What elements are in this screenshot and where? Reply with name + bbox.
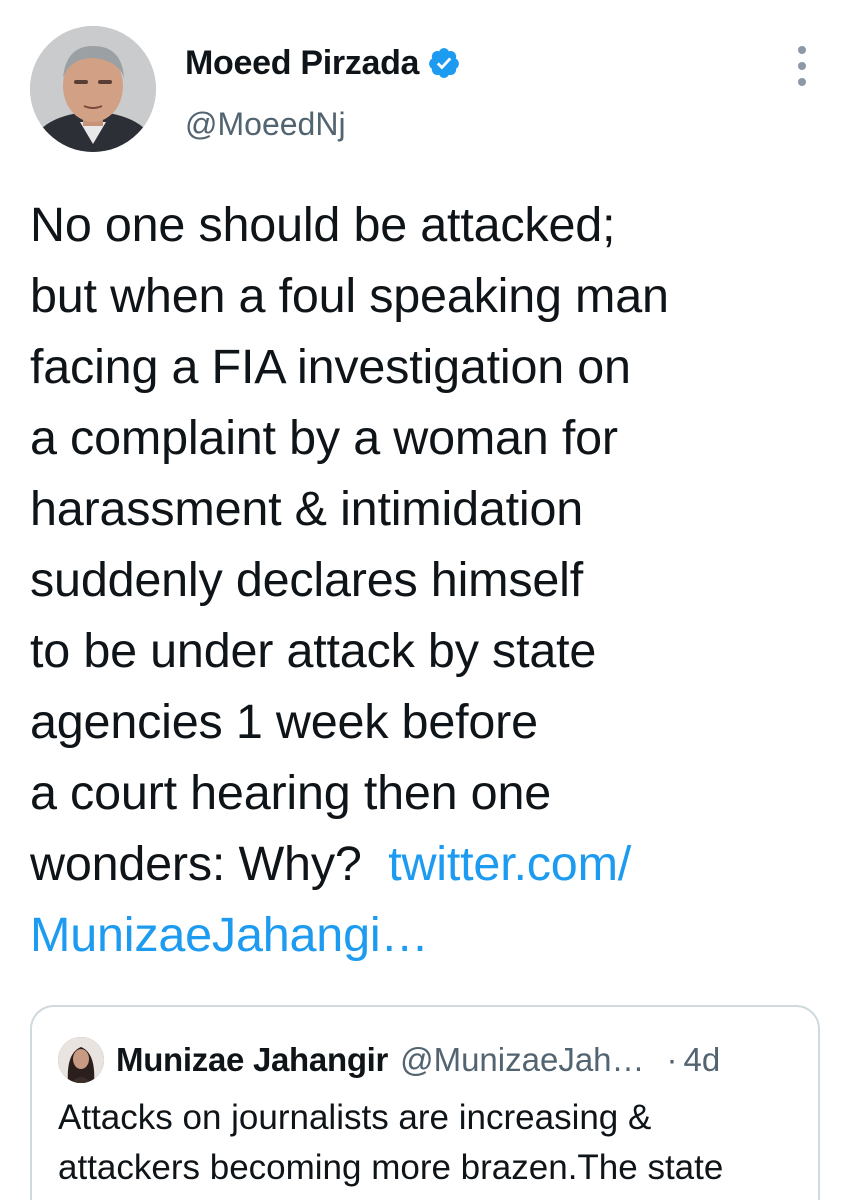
author-avatar[interactable] bbox=[30, 26, 156, 152]
quoted-tweet-text: Attacks on journalists are increasing & … bbox=[58, 1098, 724, 1187]
quoted-author-handle[interactable]: @MunizaeJah… bbox=[400, 1041, 644, 1079]
quoted-header-separator: · bbox=[666, 1041, 678, 1078]
quoted-author-display-name[interactable]: Munizae Jahangir bbox=[116, 1041, 388, 1079]
author-avatar-image bbox=[30, 26, 156, 152]
quoted-tweet-card[interactable]: Munizae Jahangir @MunizaeJah… · 4d Attac… bbox=[30, 1005, 820, 1200]
tweet-body-text: No one should be attacked; but when a fo… bbox=[30, 198, 669, 891]
quoted-author-avatar-image bbox=[58, 1037, 104, 1083]
author-display-name[interactable]: Moeed Pirzada bbox=[185, 44, 419, 83]
quoted-tweet-timestamp[interactable]: 4d bbox=[684, 1041, 721, 1079]
tweet-page: Moeed Pirzada @MoeedNj No one should be … bbox=[0, 0, 849, 1200]
more-options-icon[interactable] bbox=[784, 44, 820, 88]
quoted-author-avatar[interactable] bbox=[58, 1037, 104, 1083]
more-dot bbox=[798, 46, 806, 54]
more-dot bbox=[798, 62, 806, 70]
quoted-tweet-header: Munizae Jahangir @MunizaeJah… · 4d bbox=[116, 1037, 806, 1083]
tweet-body: No one should be attacked; but when a fo… bbox=[30, 190, 820, 971]
author-name-row: Moeed Pirzada bbox=[185, 40, 461, 86]
verified-badge-icon bbox=[427, 46, 461, 80]
more-dot bbox=[798, 78, 806, 86]
author-handle[interactable]: @MoeedNj bbox=[185, 106, 346, 143]
